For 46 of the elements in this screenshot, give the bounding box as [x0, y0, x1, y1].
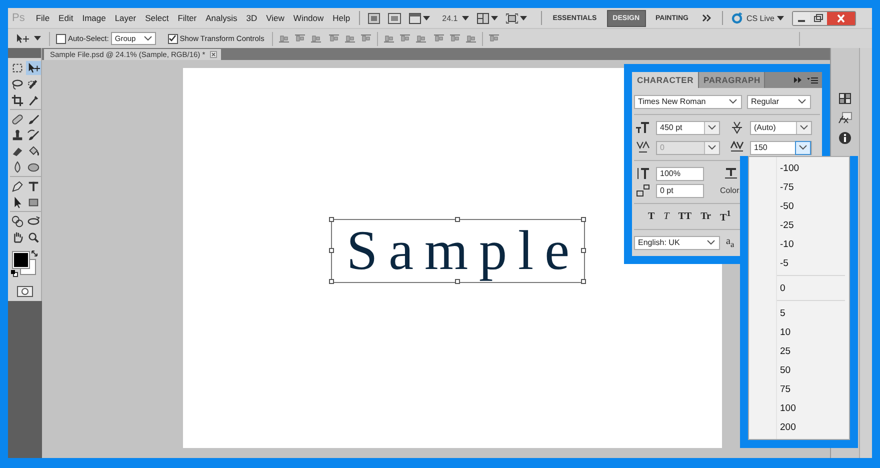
menu-item[interactable]: Image: [82, 13, 106, 23]
leading-field[interactable]: (Auto): [750, 120, 812, 134]
dropdown-option[interactable]: 200: [749, 418, 849, 437]
color-label: Color:: [720, 186, 742, 195]
menu-item[interactable]: Window: [293, 13, 324, 23]
dropdown-option[interactable]: -100: [749, 159, 849, 178]
tracking-field[interactable]: 150: [750, 140, 812, 154]
dropdown-option[interactable]: 10: [749, 323, 849, 342]
dropdown-option[interactable]: 25: [749, 342, 849, 361]
dropdown-option[interactable]: 75: [749, 380, 849, 399]
language-dropdown[interactable]: English: UK: [634, 236, 720, 250]
font-family-dropdown[interactable]: Times New Roman: [634, 94, 742, 108]
dropdown-option[interactable]: -25: [749, 216, 849, 235]
anti-alias-label: a$_{a}$: [726, 236, 734, 249]
menu-item[interactable]: File: [36, 13, 50, 23]
app-logo: Ps: [12, 12, 25, 24]
menu-item[interactable]: Select: [145, 13, 169, 23]
type-style-button[interactable]: Tr: [700, 211, 711, 222]
dropdown-option[interactable]: -75: [749, 178, 849, 197]
menu-item[interactable]: View: [266, 13, 284, 23]
vertical-scale-field[interactable]: 100%: [656, 166, 704, 180]
dropdown-option[interactable]: 100: [749, 399, 849, 418]
menu-item[interactable]: Help: [332, 13, 350, 23]
zoom-dropdown[interactable]: 24.1: [442, 14, 469, 22]
baseline-shift-field[interactable]: 0 pt: [656, 184, 704, 198]
menu-item[interactable]: Analysis: [206, 13, 238, 23]
panel-tab[interactable]: CHARACTER: [632, 72, 699, 88]
menu-item[interactable]: Edit: [58, 13, 74, 23]
dropdown-option[interactable]: 0: [749, 279, 849, 298]
canvas-text: Sample: [346, 223, 580, 279]
dropdown-option[interactable]: -10: [749, 235, 849, 254]
type-style-button[interactable]: T$^{1}$: [720, 209, 731, 224]
menu-item[interactable]: Layer: [114, 13, 136, 23]
dropdown-option[interactable]: -50: [749, 197, 849, 216]
menu-item[interactable]: 3D: [246, 13, 258, 23]
font-size-field[interactable]: 450 pt: [656, 120, 720, 134]
cs-live-button[interactable]: CS Live: [731, 12, 784, 24]
menu-item[interactable]: Filter: [178, 13, 197, 23]
dropdown-option[interactable]: -5: [749, 254, 849, 273]
type-style-button[interactable]: TT: [678, 211, 692, 222]
font-style-dropdown[interactable]: Regular: [747, 94, 811, 108]
dropdown-option[interactable]: 50: [749, 361, 849, 380]
type-style-button[interactable]: T: [648, 211, 655, 222]
transform-box[interactable]: Sample: [331, 219, 585, 283]
dropdown-option[interactable]: 5: [749, 304, 849, 323]
type-style-button[interactable]: T: [664, 211, 670, 222]
